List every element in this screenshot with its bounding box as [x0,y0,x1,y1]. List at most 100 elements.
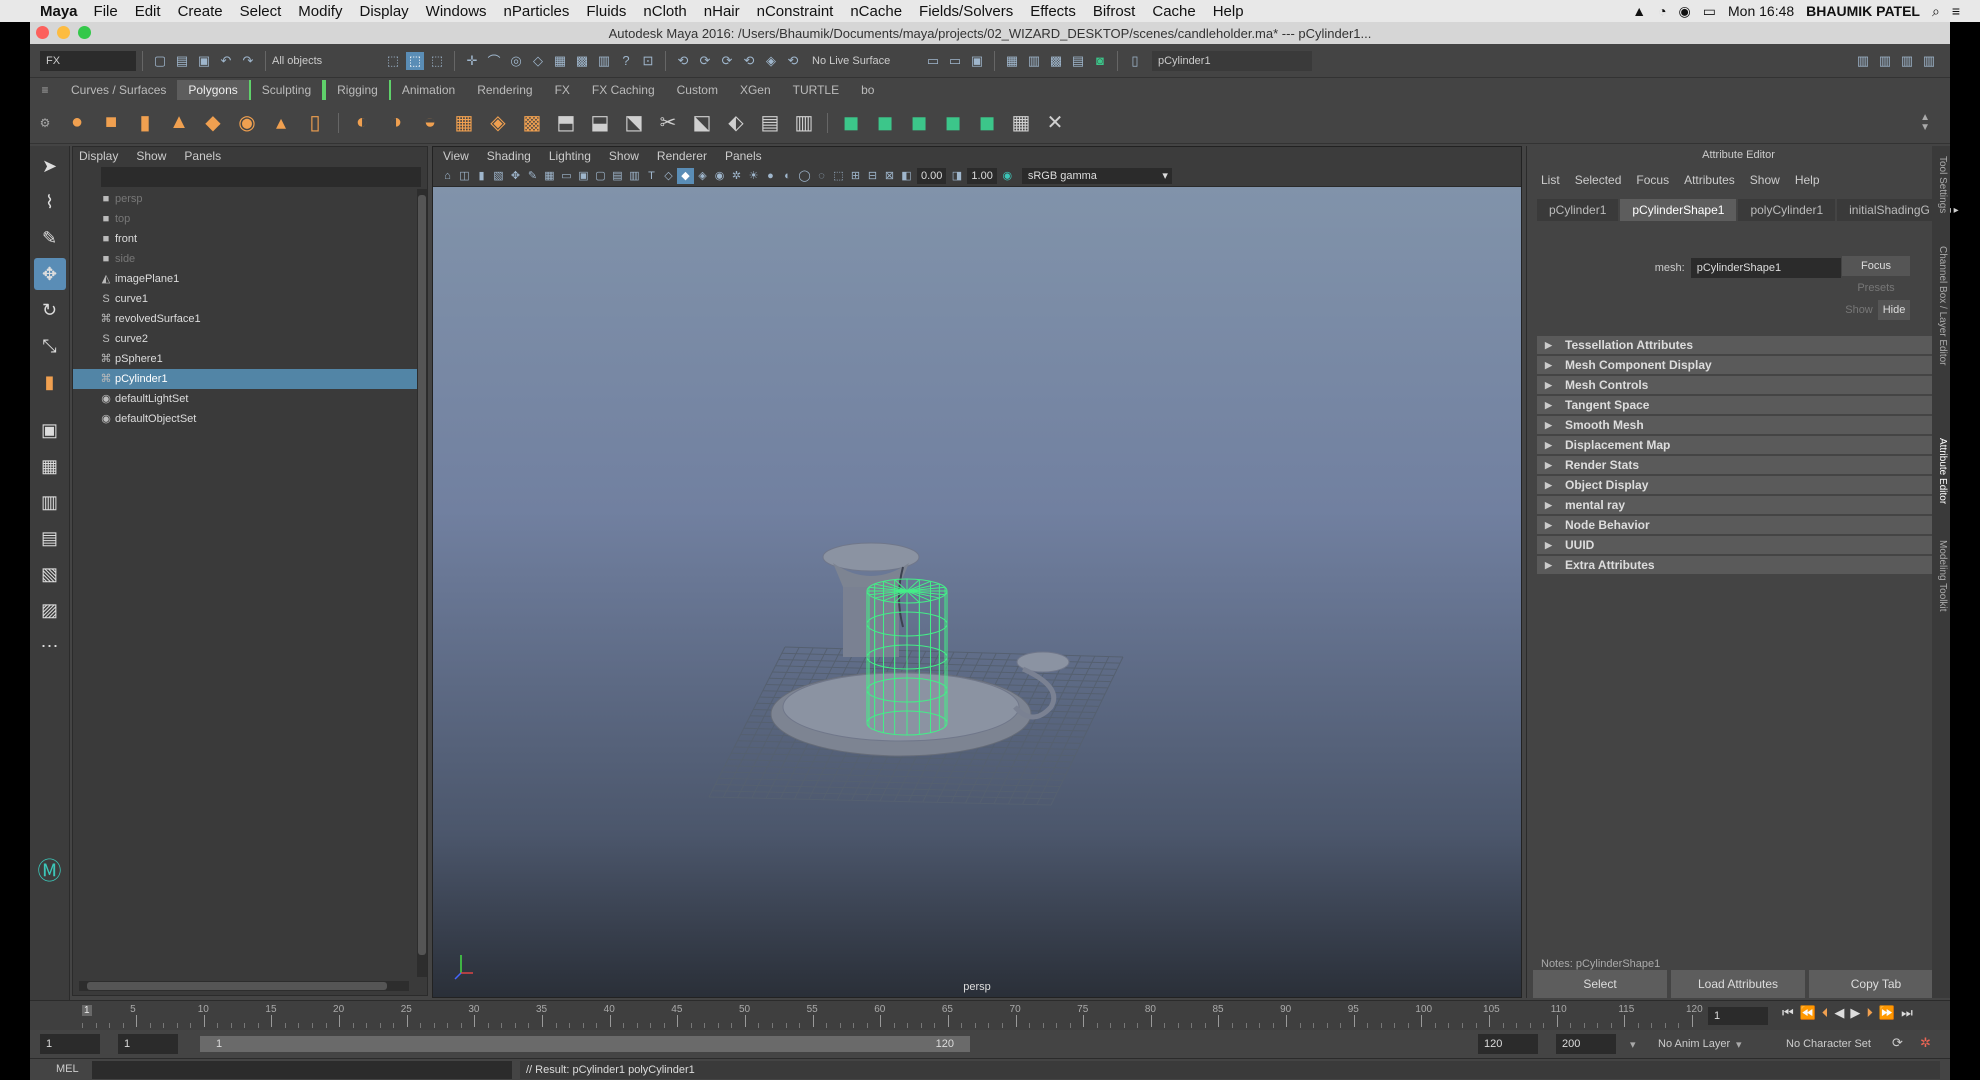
animation-start-field[interactable]: 1 [40,1034,100,1054]
menuset-dropdown[interactable]: FX [40,50,136,71]
auto-key-icon[interactable]: ⟳ [1892,1035,1903,1051]
viewport-menu-lighting[interactable]: Lighting [549,149,591,163]
insert-edge-loop-icon[interactable]: ▤ [755,108,785,138]
persp-viewport[interactable]: persp [433,187,1521,997]
film-gate-icon[interactable]: ▭ [558,168,575,184]
section-displacement-map[interactable]: Displacement Map [1537,436,1945,454]
snap-view-plane-icon[interactable]: ▦ [551,52,569,70]
select-hierarchy-icon[interactable]: ⬚ [384,52,402,70]
boolean-icon[interactable]: ◈ [483,108,513,138]
move-tool-icon[interactable]: ✥ [33,258,66,290]
smooth-icon[interactable]: ▦ [449,108,479,138]
cut-uv-icon[interactable]: ◼ [972,108,1002,138]
multi-cut-icon[interactable]: ✂ [653,108,683,138]
poly-pipe-icon[interactable]: ▯ [300,108,330,138]
image-plane-toggle-icon[interactable]: ▧ [490,168,507,184]
select-tool-icon[interactable]: ➤ [34,150,66,182]
snap-live-icon[interactable]: ▩ [573,52,591,70]
render-region-icon[interactable]: ▭ [924,52,942,70]
render-current-icon[interactable]: ▣ [968,52,986,70]
channel-box-tab[interactable]: Channel Box / Layer Editor [1937,246,1948,366]
shelf-tab-fx[interactable]: FX [544,80,581,100]
menu-help[interactable]: Help [1213,3,1244,20]
poly-cube-icon[interactable]: ■ [96,108,126,138]
poly-prism-icon[interactable]: ▴ [266,108,296,138]
ae-tab-polycylinder1[interactable]: polyCylinder1 [1738,199,1836,221]
menu-ncloth[interactable]: nCloth [643,3,686,20]
soft-select-icon[interactable]: ◈ [762,52,780,70]
bevel-icon[interactable]: ⬔ [619,108,649,138]
scene-render[interactable] [433,187,1521,997]
multisample-icon[interactable]: ◯ [796,168,813,184]
shadows-icon[interactable]: ☀ [745,168,762,184]
snap-symmetry-icon[interactable]: ▥ [595,52,613,70]
section-render-stats[interactable]: Render Stats [1537,456,1945,474]
shelf-scroll-up-icon[interactable]: ▲ [1920,112,1930,123]
layout-1-icon[interactable]: ▥ [1854,52,1872,70]
outliner-item-front[interactable]: ■ front [73,229,419,249]
selection-mask-dropdown[interactable]: All objects [272,55,382,67]
grid-toggle-icon[interactable]: ▦ [541,168,558,184]
shelf-tab-polygons[interactable]: Polygons [177,80,249,100]
playback-start-field[interactable]: 1 [118,1034,178,1054]
chevron-down-icon[interactable]: ▾ [1736,1038,1742,1051]
adobe-icon[interactable]: ▲ [1632,3,1646,19]
step-forward-key-icon[interactable]: ⏩ [1879,1005,1895,1021]
target-weld-icon[interactable]: ⬕ [687,108,717,138]
ae-menu-help[interactable]: Help [1795,173,1820,187]
menu-fluids[interactable]: Fluids [586,3,626,20]
menu-select[interactable]: Select [240,3,282,20]
menu-modify[interactable]: Modify [298,3,342,20]
paint-select-icon[interactable]: ✎ [34,222,66,254]
outliner-item-curve1[interactable]: Scurve1 [73,289,419,309]
section-uuid[interactable]: UUID [1537,536,1945,554]
rotate-tool-icon[interactable]: ↻ [34,294,66,326]
hide-button[interactable]: Hide [1878,300,1910,320]
gamma-icon[interactable]: ◨ [948,168,965,184]
smooth-shade-icon[interactable]: ◆ [677,167,694,184]
snap-projected-icon[interactable]: ◇ [529,52,547,70]
hypershade-layout-icon[interactable]: ▨ [34,594,66,626]
command-input[interactable] [92,1061,512,1079]
depth-of-field-icon[interactable]: ◌ [813,168,830,184]
shelf-scroll-down-icon[interactable]: ▼ [1920,122,1930,133]
outliner-item-persp[interactable]: ■ persp [73,189,419,209]
preferences-icon[interactable]: ✲ [1920,1035,1931,1051]
outliner-item-imageplane1[interactable]: ◭ imagePlane1 [73,269,419,289]
zoom-window-button[interactable] [78,26,91,39]
bookmarks-icon[interactable]: ▮ [473,168,490,184]
section-node-behavior[interactable]: Node Behavior [1537,516,1945,534]
color-management-icon[interactable]: ◉ [999,168,1016,184]
auto-uv-icon[interactable]: ◼ [938,108,968,138]
outliner-item-pcylinder1[interactable]: ⌘ pCylinder1 [73,369,419,389]
menu-nconstraint[interactable]: nConstraint [757,3,834,20]
quad-draw-icon[interactable]: ▥ [789,108,819,138]
tool-settings-tab[interactable]: Tool Settings [1937,156,1948,213]
resolution-gate-icon[interactable]: ▣ [575,168,592,184]
safe-action-icon[interactable]: ▥ [626,168,643,184]
scale-tool-icon[interactable]: ⤡ [34,330,66,362]
custom-layout-icon[interactable]: ⋯ [34,630,66,662]
ae-tab-pcylindershape1[interactable]: pCylinderShape1 [1620,199,1737,221]
section-extra-attributes[interactable]: Extra Attributes [1537,556,1945,574]
ae-menu-focus[interactable]: Focus [1636,173,1669,187]
section-mental-ray[interactable]: mental ray [1537,496,1945,514]
viewport-menu-view[interactable]: View [443,149,469,163]
shelf-tab-custom[interactable]: Custom [666,80,729,100]
exposure-icon[interactable]: ◧ [898,168,915,184]
xray-joints-icon[interactable]: ⊟ [864,168,881,184]
two-pane-layout-icon[interactable]: ▥ [34,486,66,518]
single-pane-layout-icon[interactable]: ▣ [34,414,66,446]
undo-icon[interactable]: ↶ [217,52,235,70]
ae-menu-attributes[interactable]: Attributes [1684,173,1735,187]
outliner-filter-input[interactable] [101,167,421,187]
render-view-icon[interactable]: ▭ [946,52,964,70]
command-language-label[interactable]: MEL [56,1063,79,1075]
save-scene-icon[interactable]: ▣ [195,52,213,70]
mirror-icon[interactable]: ▩ [517,108,547,138]
viewport-menu-renderer[interactable]: Renderer [657,149,707,163]
live-surface-label[interactable]: No Live Surface [812,55,922,67]
attribute-editor-tab[interactable]: Attribute Editor [1937,438,1948,504]
current-frame-marker[interactable]: 1 [82,1005,92,1016]
motion-blur-icon[interactable]: ◐ [779,168,796,184]
